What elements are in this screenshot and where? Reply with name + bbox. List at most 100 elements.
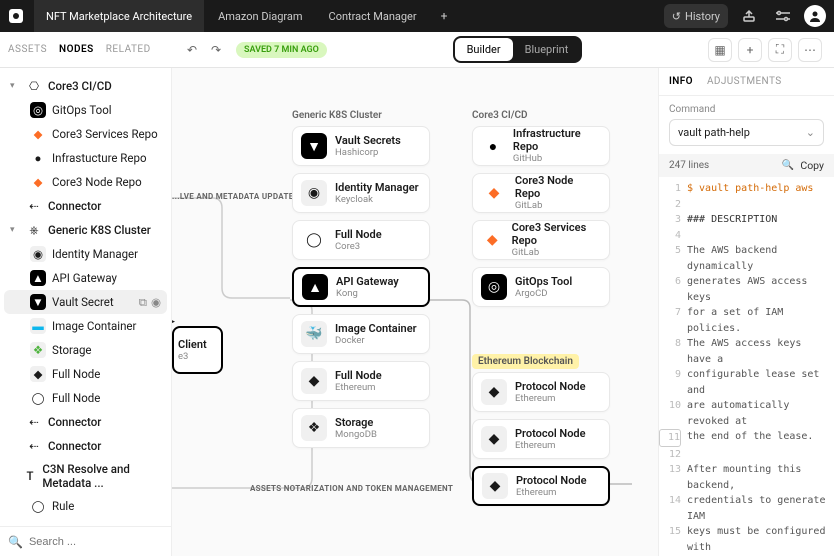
search-input[interactable] — [29, 536, 171, 548]
node-title: Core3 Node Repo — [515, 174, 601, 200]
code-line: 8The AWS access keys have a — [659, 336, 834, 367]
settings-icon[interactable] — [770, 3, 796, 29]
mode-builder[interactable]: Builder — [455, 38, 513, 61]
cicd-node-3[interactable]: ◎GitOps ToolArgoCD — [472, 267, 610, 307]
inspector-tab-adjustments[interactable]: ADJUSTMENTS — [707, 76, 782, 87]
search-icon: 🔍 — [8, 535, 23, 549]
tree-item-full-node-2[interactable]: ◯Full Node — [4, 386, 167, 410]
user-avatar[interactable] — [804, 5, 826, 27]
node-title: Protocol Node — [515, 427, 586, 440]
tab-nft-marketplace[interactable]: NFT Marketplace Architecture — [34, 0, 204, 32]
k8s-node-1[interactable]: ◉Identity ManagerKeycloak — [292, 173, 430, 213]
node-subtitle: Ethereum — [515, 440, 586, 451]
tree-connector[interactable]: ⇠Connector — [4, 194, 167, 218]
tree-item-gitops[interactable]: ◎GitOps Tool — [4, 98, 167, 122]
tree-item-identity[interactable]: ◉Identity Manager — [4, 242, 167, 266]
k8s-node-4[interactable]: 🐳Image ContainerDocker — [292, 314, 430, 354]
sidebar-search: 🔍 ⇅ — [0, 526, 171, 556]
tree-item-rule[interactable]: ◯Rule — [4, 494, 167, 518]
visibility-icon[interactable]: ◉ — [151, 295, 161, 310]
gitlab-icon: ◆ — [30, 174, 46, 190]
canvas[interactable]: ...LVE AND METADATA UPDATE ASSETS NOTARI… — [172, 68, 658, 556]
sidebar-tab-nodes[interactable]: NODES — [59, 44, 94, 55]
code-line: 1$ vault path-help aws — [659, 181, 834, 197]
tree-item-api-gateway[interactable]: ▲API Gateway — [4, 266, 167, 290]
add-tab-button[interactable]: + — [431, 9, 458, 23]
tree-connector[interactable]: ⇠Connector — [4, 434, 167, 458]
k8s-node-2[interactable]: ◯Full NodeCore3 — [292, 220, 430, 260]
tree-item-node-repo[interactable]: ◆Core3 Node Repo — [4, 170, 167, 194]
mode-switch: Builder Blueprint — [453, 36, 583, 63]
redo-icon[interactable]: ↷ — [204, 38, 228, 62]
app-logo[interactable] — [0, 0, 32, 32]
cicd-node-0[interactable]: ●Infrastructure RepoGitHub — [472, 126, 610, 166]
code-line: 15keys must be configured with — [659, 524, 834, 555]
undo-icon[interactable]: ↶ — [180, 38, 204, 62]
code-search-icon[interactable]: 🔍 — [782, 160, 794, 171]
node-subtitle: Core3 — [335, 241, 382, 252]
sidebar: ▾⎔Core3 CI/CD ◎GitOps Tool ◆Core3 Servic… — [0, 68, 172, 556]
gitlab-icon: ◆ — [30, 126, 46, 142]
node-title: Core3 Services Repo — [512, 221, 601, 247]
cluster-label-k8s: Generic K8S Cluster — [292, 110, 382, 121]
node-subtitle: GitHub — [513, 153, 601, 164]
tab-contract-manager[interactable]: Contract Manager — [317, 0, 429, 32]
tree-item-infra-repo[interactable]: ●Infrastucture Repo — [4, 146, 167, 170]
node-title: Infrastructure Repo — [513, 127, 601, 153]
copy-button[interactable]: Copy — [800, 159, 824, 172]
cluster-label-cicd: Core3 CI/CD — [472, 110, 528, 121]
tree-group-rule[interactable]: TC3N Resolve and Metadata ... — [4, 458, 167, 494]
tree-item-full-node-1[interactable]: ◆Full Node — [4, 362, 167, 386]
inspector: INFO ADJUSTMENTS Command vault path-help… — [658, 68, 834, 556]
eth-node-0[interactable]: ◆Protocol NodeEthereum — [472, 372, 610, 412]
command-label: Command — [669, 104, 824, 115]
sidebar-tab-assets[interactable]: ASSETS — [8, 44, 47, 55]
command-select[interactable]: vault path-help⌄ — [669, 119, 824, 146]
node-subtitle: Ethereum — [335, 382, 382, 393]
tree-connector[interactable]: ⇠Connector — [4, 410, 167, 434]
sidebar-tab-related[interactable]: RELATED — [106, 44, 151, 55]
inspector-tab-info[interactable]: INFO — [669, 76, 693, 87]
argocd-icon: ◎ — [30, 102, 46, 118]
node-icon: ◎ — [481, 274, 507, 300]
cursor-pointer-icon: ➤ — [172, 314, 176, 330]
node-title: Vault Secrets — [335, 134, 401, 147]
mode-blueprint[interactable]: Blueprint — [513, 38, 581, 61]
more-icon[interactable]: ⋯ — [798, 38, 822, 62]
upload-icon[interactable] — [736, 3, 762, 29]
saved-status: SAVED 7 MIN AGO — [236, 42, 327, 58]
tree-group-k8s[interactable]: ▾⎈Generic K8S Cluster — [4, 218, 167, 242]
tab-amazon-diagram[interactable]: Amazon Diagram — [206, 0, 314, 32]
node-icon: ▲ — [302, 274, 328, 300]
k8s-node-0[interactable]: ▼Vault SecretsHashicorp — [292, 126, 430, 166]
node-title: Full Node — [335, 369, 382, 382]
cicd-node-2[interactable]: ◆Core3 Services RepoGitLab — [472, 220, 610, 260]
k8s-node-3[interactable]: ▲API GatewayKong — [292, 267, 430, 307]
connector-icon: ⇠ — [26, 438, 42, 454]
rule-icon: ◯ — [30, 498, 46, 514]
node-title: API Gateway — [336, 275, 399, 288]
tree-item-image-container[interactable]: ▬Image Container — [4, 314, 167, 338]
history-button[interactable]: ↺History — [664, 4, 728, 28]
toolbar: ASSETS NODES RELATED ↶ ↷ SAVED 7 MIN AGO… — [0, 32, 834, 68]
k8s-node-5[interactable]: ◆Full NodeEthereum — [292, 361, 430, 401]
k8s-node-6[interactable]: ❖StorageMongoDB — [292, 408, 430, 448]
tree-item-services-repo[interactable]: ◆Core3 Services Repo — [4, 122, 167, 146]
client-node[interactable]: Client e3 — [172, 326, 223, 374]
tree-item-vault-secret[interactable]: ▼Vault Secret⧉◉ — [4, 290, 167, 314]
eth-node-1[interactable]: ◆Protocol NodeEthereum — [472, 419, 610, 459]
fullscreen-icon[interactable]: ⛶ — [768, 38, 792, 62]
topbar: NFT Marketplace Architecture Amazon Diag… — [0, 0, 834, 32]
code-line: 5The AWS backend dynamically — [659, 243, 834, 274]
tree-item-storage[interactable]: ❖Storage — [4, 338, 167, 362]
duplicate-icon[interactable]: ⧉ — [139, 295, 147, 310]
cicd-node-1[interactable]: ◆Core3 Node RepoGitLab — [472, 173, 610, 213]
lines-count: 247 lines — [669, 160, 709, 171]
code-viewer[interactable]: 1$ vault path-help aws23### DESCRIPTION4… — [659, 177, 834, 556]
add-icon[interactable]: + — [738, 38, 762, 62]
layers-icon[interactable]: ▦ — [708, 38, 732, 62]
eth-node-2[interactable]: ◆Protocol NodeEthereum — [472, 466, 610, 506]
code-line: 2 — [659, 197, 834, 213]
kong-icon: ▲ — [30, 270, 46, 286]
tree-group-core3-cicd[interactable]: ▾⎔Core3 CI/CD — [4, 74, 167, 98]
